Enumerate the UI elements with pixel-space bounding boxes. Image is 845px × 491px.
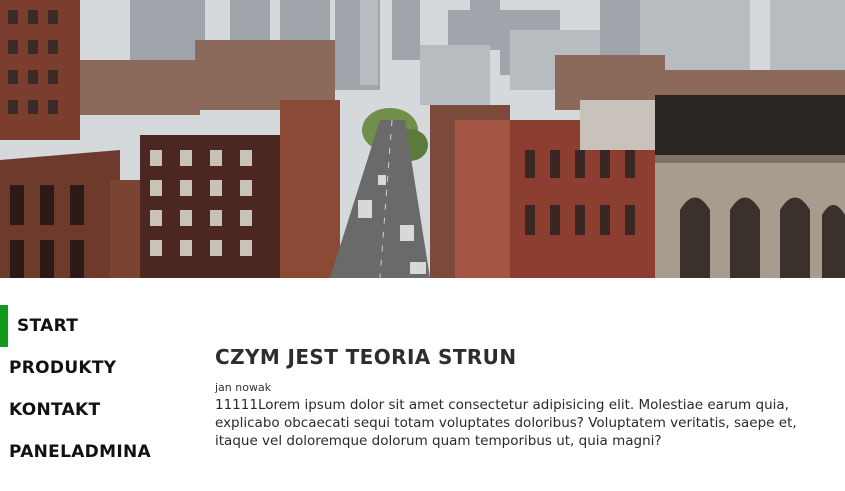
- nav-item-produkty[interactable]: PRODUKTY: [0, 347, 190, 389]
- nav-item-label: PANELADMINA: [9, 442, 151, 462]
- article-author: jan nowak: [215, 381, 272, 394]
- hero-cityscape-illustration: [0, 0, 845, 278]
- nav-item-paneladmina[interactable]: PANELADMINA: [0, 431, 190, 473]
- article-title: CZYM JEST TEORIA STRUN: [215, 345, 517, 369]
- nav-item-label: KONTAKT: [9, 400, 101, 420]
- main-nav: START PRODUKTY KONTAKT PANELADMINA: [0, 305, 190, 473]
- nav-item-start[interactable]: START: [0, 305, 190, 347]
- article-body: 11111Lorem ipsum dolor sit amet consecte…: [215, 397, 797, 449]
- nav-item-label: PRODUKTY: [9, 358, 117, 378]
- nav-item-label: START: [17, 316, 79, 336]
- nav-item-kontakt[interactable]: KONTAKT: [0, 389, 190, 431]
- article: CZYM JEST TEORIA STRUN jan nowak 11111Lo…: [215, 343, 837, 450]
- hero-image: [0, 0, 845, 278]
